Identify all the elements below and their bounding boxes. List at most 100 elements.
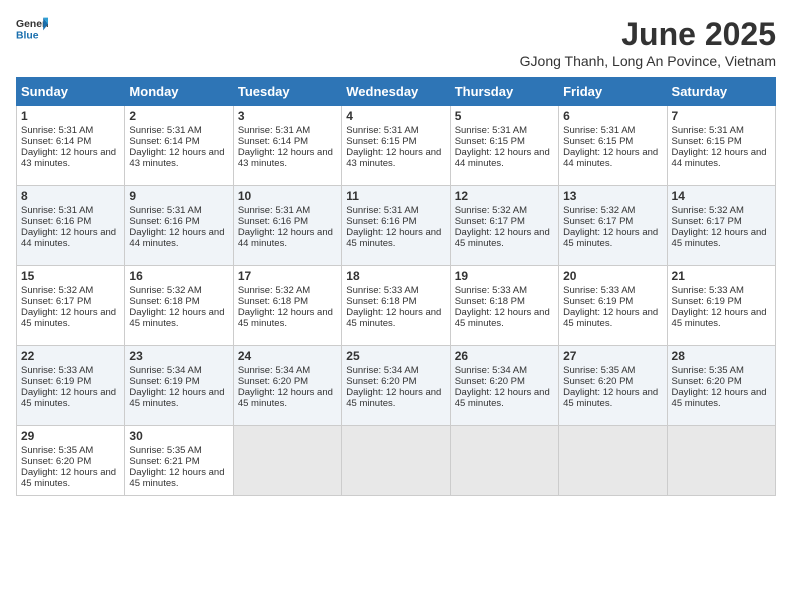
day-number: 17 [238,269,337,283]
calendar-cell [667,426,775,496]
day-number: 1 [21,109,120,123]
calendar-cell [233,426,341,496]
sunset-text: Sunset: 6:19 PM [563,296,633,307]
sunset-text: Sunset: 6:14 PM [238,136,308,147]
sunrise-text: Sunrise: 5:32 AM [21,285,93,296]
daylight-label: Daylight: 12 hours and 45 minutes. [672,307,767,329]
sunrise-text: Sunrise: 5:34 AM [455,365,527,376]
sunset-text: Sunset: 6:20 PM [563,376,633,387]
sunset-text: Sunset: 6:20 PM [21,456,91,467]
sunrise-text: Sunrise: 5:35 AM [21,445,93,456]
calendar-cell: 11 Sunrise: 5:31 AM Sunset: 6:16 PM Dayl… [342,186,450,266]
calendar-cell: 15 Sunrise: 5:32 AM Sunset: 6:17 PM Dayl… [17,266,125,346]
calendar-cell: 1 Sunrise: 5:31 AM Sunset: 6:14 PM Dayli… [17,106,125,186]
sunset-text: Sunset: 6:16 PM [129,216,199,227]
sunset-text: Sunset: 6:20 PM [455,376,525,387]
calendar-cell: 21 Sunrise: 5:33 AM Sunset: 6:19 PM Dayl… [667,266,775,346]
calendar-cell: 6 Sunrise: 5:31 AM Sunset: 6:15 PM Dayli… [559,106,667,186]
sunrise-text: Sunrise: 5:35 AM [563,365,635,376]
col-header-wednesday: Wednesday [342,78,450,106]
sunrise-text: Sunrise: 5:31 AM [21,125,93,136]
general-blue-logo-icon: General Blue [16,16,48,44]
sunset-text: Sunset: 6:17 PM [563,216,633,227]
day-number: 18 [346,269,445,283]
day-number: 16 [129,269,228,283]
daylight-label: Daylight: 12 hours and 45 minutes. [21,307,116,329]
day-number: 14 [672,189,771,203]
calendar-cell: 26 Sunrise: 5:34 AM Sunset: 6:20 PM Dayl… [450,346,558,426]
calendar-cell: 22 Sunrise: 5:33 AM Sunset: 6:19 PM Dayl… [17,346,125,426]
daylight-label: Daylight: 12 hours and 45 minutes. [129,307,224,329]
logo: General Blue [16,16,48,44]
daylight-label: Daylight: 12 hours and 43 minutes. [238,147,333,169]
calendar-table: SundayMondayTuesdayWednesdayThursdayFrid… [16,77,776,496]
header-row: SundayMondayTuesdayWednesdayThursdayFrid… [17,78,776,106]
daylight-label: Daylight: 12 hours and 45 minutes. [346,227,441,249]
day-number: 27 [563,349,662,363]
sunrise-text: Sunrise: 5:33 AM [346,285,418,296]
calendar-cell: 20 Sunrise: 5:33 AM Sunset: 6:19 PM Dayl… [559,266,667,346]
daylight-label: Daylight: 12 hours and 45 minutes. [563,307,658,329]
sunset-text: Sunset: 6:16 PM [346,216,416,227]
day-number: 23 [129,349,228,363]
sunset-text: Sunset: 6:20 PM [672,376,742,387]
calendar-cell: 19 Sunrise: 5:33 AM Sunset: 6:18 PM Dayl… [450,266,558,346]
sunrise-text: Sunrise: 5:32 AM [455,205,527,216]
calendar-subtitle: GJong Thanh, Long An Povince, Vietnam [520,53,776,69]
sunset-text: Sunset: 6:17 PM [455,216,525,227]
daylight-label: Daylight: 12 hours and 45 minutes. [455,307,550,329]
col-header-friday: Friday [559,78,667,106]
daylight-label: Daylight: 12 hours and 43 minutes. [346,147,441,169]
calendar-cell: 3 Sunrise: 5:31 AM Sunset: 6:14 PM Dayli… [233,106,341,186]
calendar-title: June 2025 [520,16,776,53]
daylight-label: Daylight: 12 hours and 45 minutes. [346,387,441,409]
sunrise-text: Sunrise: 5:31 AM [672,125,744,136]
sunset-text: Sunset: 6:16 PM [21,216,91,227]
week-row-5: 29 Sunrise: 5:35 AM Sunset: 6:20 PM Dayl… [17,426,776,496]
sunrise-text: Sunrise: 5:33 AM [455,285,527,296]
col-header-thursday: Thursday [450,78,558,106]
sunset-text: Sunset: 6:15 PM [672,136,742,147]
day-number: 15 [21,269,120,283]
sunrise-text: Sunrise: 5:31 AM [129,125,201,136]
daylight-label: Daylight: 12 hours and 45 minutes. [21,387,116,409]
day-number: 5 [455,109,554,123]
sunset-text: Sunset: 6:20 PM [238,376,308,387]
sunset-text: Sunset: 6:18 PM [346,296,416,307]
calendar-cell [559,426,667,496]
daylight-label: Daylight: 12 hours and 44 minutes. [129,227,224,249]
sunrise-text: Sunrise: 5:31 AM [346,125,418,136]
week-row-4: 22 Sunrise: 5:33 AM Sunset: 6:19 PM Dayl… [17,346,776,426]
col-header-tuesday: Tuesday [233,78,341,106]
calendar-cell: 27 Sunrise: 5:35 AM Sunset: 6:20 PM Dayl… [559,346,667,426]
day-number: 13 [563,189,662,203]
sunset-text: Sunset: 6:17 PM [672,216,742,227]
day-number: 25 [346,349,445,363]
day-number: 7 [672,109,771,123]
day-number: 2 [129,109,228,123]
day-number: 10 [238,189,337,203]
sunrise-text: Sunrise: 5:35 AM [672,365,744,376]
day-number: 3 [238,109,337,123]
daylight-label: Daylight: 12 hours and 45 minutes. [455,227,550,249]
day-number: 26 [455,349,554,363]
day-number: 30 [129,429,228,443]
week-row-1: 1 Sunrise: 5:31 AM Sunset: 6:14 PM Dayli… [17,106,776,186]
calendar-cell: 30 Sunrise: 5:35 AM Sunset: 6:21 PM Dayl… [125,426,233,496]
day-number: 19 [455,269,554,283]
svg-text:Blue: Blue [16,30,39,41]
sunset-text: Sunset: 6:18 PM [238,296,308,307]
day-number: 29 [21,429,120,443]
calendar-cell: 7 Sunrise: 5:31 AM Sunset: 6:15 PM Dayli… [667,106,775,186]
sunrise-text: Sunrise: 5:31 AM [129,205,201,216]
daylight-label: Daylight: 12 hours and 45 minutes. [672,387,767,409]
sunrise-text: Sunrise: 5:32 AM [129,285,201,296]
daylight-label: Daylight: 12 hours and 45 minutes. [238,307,333,329]
calendar-cell: 9 Sunrise: 5:31 AM Sunset: 6:16 PM Dayli… [125,186,233,266]
daylight-label: Daylight: 12 hours and 45 minutes. [672,227,767,249]
calendar-cell: 24 Sunrise: 5:34 AM Sunset: 6:20 PM Dayl… [233,346,341,426]
week-row-2: 8 Sunrise: 5:31 AM Sunset: 6:16 PM Dayli… [17,186,776,266]
day-number: 6 [563,109,662,123]
sunset-text: Sunset: 6:18 PM [129,296,199,307]
calendar-cell: 13 Sunrise: 5:32 AM Sunset: 6:17 PM Dayl… [559,186,667,266]
